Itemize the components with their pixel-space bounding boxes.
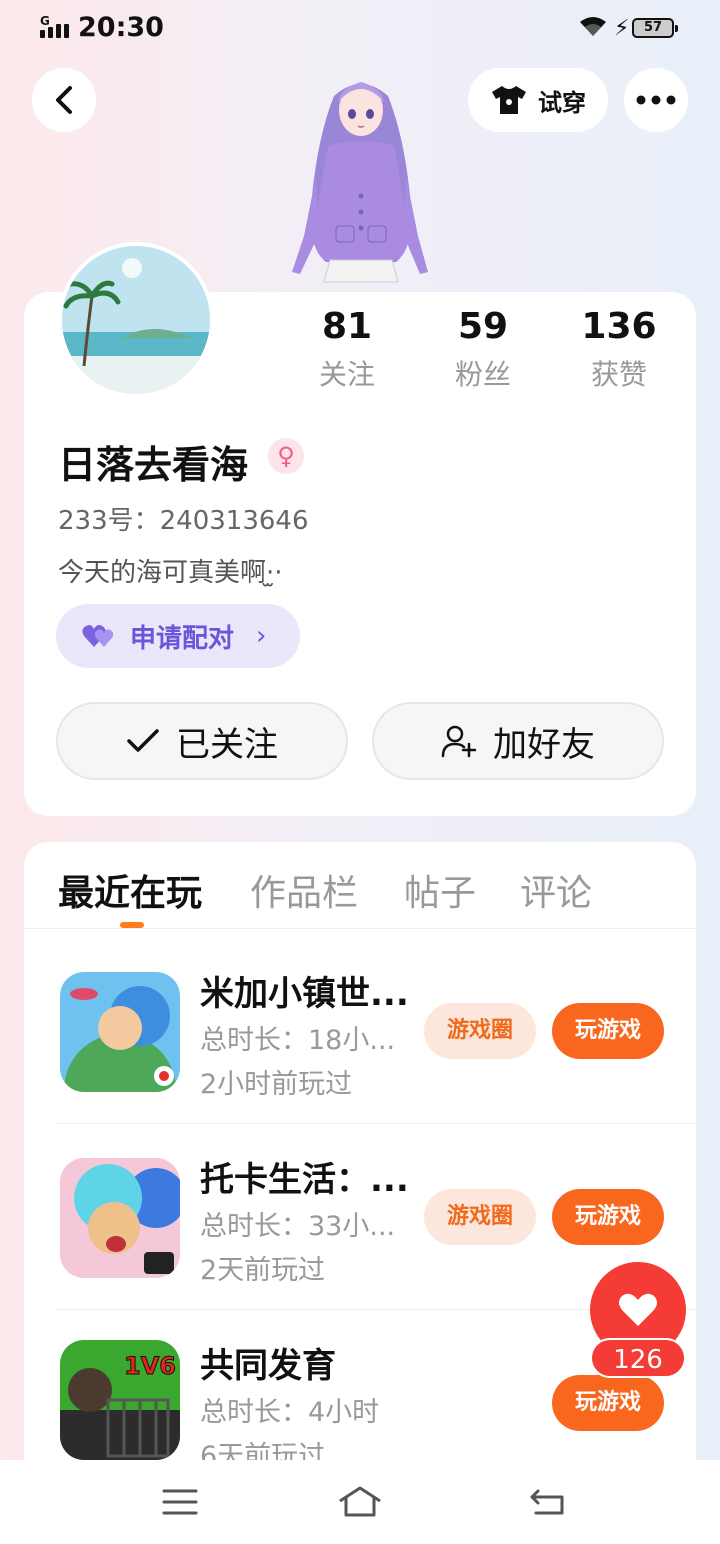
following-stat[interactable]: 81 关注 xyxy=(292,306,402,393)
tabs-divider xyxy=(24,928,696,929)
user-id: 233号：240313646 xyxy=(58,506,309,536)
back-button[interactable] xyxy=(32,68,96,132)
female-gender-icon: ♀ xyxy=(268,438,304,474)
menu-icon[interactable] xyxy=(150,1480,210,1524)
avatar-figure-image[interactable] xyxy=(286,76,436,294)
bio: 今天的海可真美啊·̫· xyxy=(58,558,283,588)
game-last-played: 2小时前玩过 xyxy=(200,1069,353,1100)
apply-pair-label: 申请配对 xyxy=(130,623,235,654)
try-on-button[interactable]: 试穿 xyxy=(468,68,608,132)
tab-recent-play[interactable]: 最近在玩 xyxy=(58,864,202,916)
status-bar: G 20:30 ⚡ 57 xyxy=(0,0,720,56)
game-duration: 总时长：18小... xyxy=(200,1025,396,1056)
tab-works[interactable]: 作品栏 xyxy=(250,864,358,916)
play-game-button[interactable]: 玩游戏 xyxy=(552,1189,664,1245)
game-title: 托卡生活：... xyxy=(200,1160,409,1200)
game-last-played: 6天前玩过 xyxy=(200,1441,326,1460)
game-title: 米加小镇世... xyxy=(200,974,409,1014)
back-nav-icon[interactable] xyxy=(518,1480,578,1524)
game-title: 共同发育 xyxy=(200,1346,336,1386)
followed-button[interactable]: 已关注 xyxy=(56,702,348,780)
likes-label: 获赞 xyxy=(590,358,647,391)
followers-count: 59 xyxy=(457,306,509,347)
tab-comments[interactable]: 评论 xyxy=(520,864,592,916)
like-count-badge: 126 xyxy=(590,1338,686,1378)
chevron-right-icon: › xyxy=(256,621,267,651)
following-label: 关注 xyxy=(318,358,375,391)
chevron-left-icon xyxy=(56,86,72,114)
wifi-icon xyxy=(580,17,606,36)
game-duration: 总时长：33小... xyxy=(200,1211,396,1242)
game-last-played: 2天前玩过 xyxy=(200,1255,326,1286)
add-friend-label: 加好友 xyxy=(493,724,595,765)
game-icon-text: 1V6 xyxy=(124,1352,176,1380)
add-friend-button[interactable]: 加好友 xyxy=(372,702,664,780)
play-game-button[interactable]: 玩游戏 xyxy=(552,1375,664,1431)
game-row[interactable]: 托卡生活：... 总时长：33小... 2天前玩过 游戏圈 玩游戏 xyxy=(24,1124,696,1310)
more-dots-icon xyxy=(636,95,676,105)
game-icon-toca-world xyxy=(60,972,180,1092)
tab-posts[interactable]: 帖子 xyxy=(404,864,476,916)
following-count: 81 xyxy=(321,306,373,347)
followers-label: 粉丝 xyxy=(454,358,511,391)
heart-icon xyxy=(619,1293,657,1326)
game-duration: 总时长：4小时 xyxy=(200,1397,380,1428)
battery-icon: 57 xyxy=(632,18,678,38)
game-icon-toca-life xyxy=(60,1158,180,1278)
nickname: 日落去看海 xyxy=(58,443,249,487)
charging-icon: ⚡ xyxy=(614,16,630,41)
tshirt-icon xyxy=(492,86,526,114)
avatar[interactable] xyxy=(58,242,214,398)
followed-label: 已关注 xyxy=(176,724,278,765)
home-icon[interactable] xyxy=(330,1480,390,1524)
add-user-icon xyxy=(441,725,477,758)
game-circle-button[interactable]: 游戏圈 xyxy=(424,1003,536,1059)
likes-stat[interactable]: 136 获赞 xyxy=(564,306,674,393)
try-on-label: 试穿 xyxy=(538,88,586,117)
likes-count: 136 xyxy=(581,306,657,347)
more-button[interactable] xyxy=(624,68,688,132)
game-icon-gongtong-fayu: 1V6 xyxy=(60,1340,180,1460)
system-nav-bar xyxy=(0,1460,720,1544)
followers-stat[interactable]: 59 粉丝 xyxy=(428,306,538,393)
play-game-button[interactable]: 玩游戏 xyxy=(552,1003,664,1059)
signal-icon: G xyxy=(40,14,72,40)
clock: 20:30 xyxy=(78,12,164,43)
apply-pair-button[interactable]: 申请配对 › xyxy=(56,604,300,668)
game-row[interactable]: 米加小镇世... 总时长：18小... 2小时前玩过 游戏圈 玩游戏 xyxy=(24,938,696,1124)
game-circle-button[interactable]: 游戏圈 xyxy=(424,1189,536,1245)
double-heart-icon xyxy=(82,625,114,647)
checkmark-icon xyxy=(127,729,159,752)
beach-avatar-image xyxy=(62,246,210,394)
network-type: G xyxy=(40,14,50,28)
